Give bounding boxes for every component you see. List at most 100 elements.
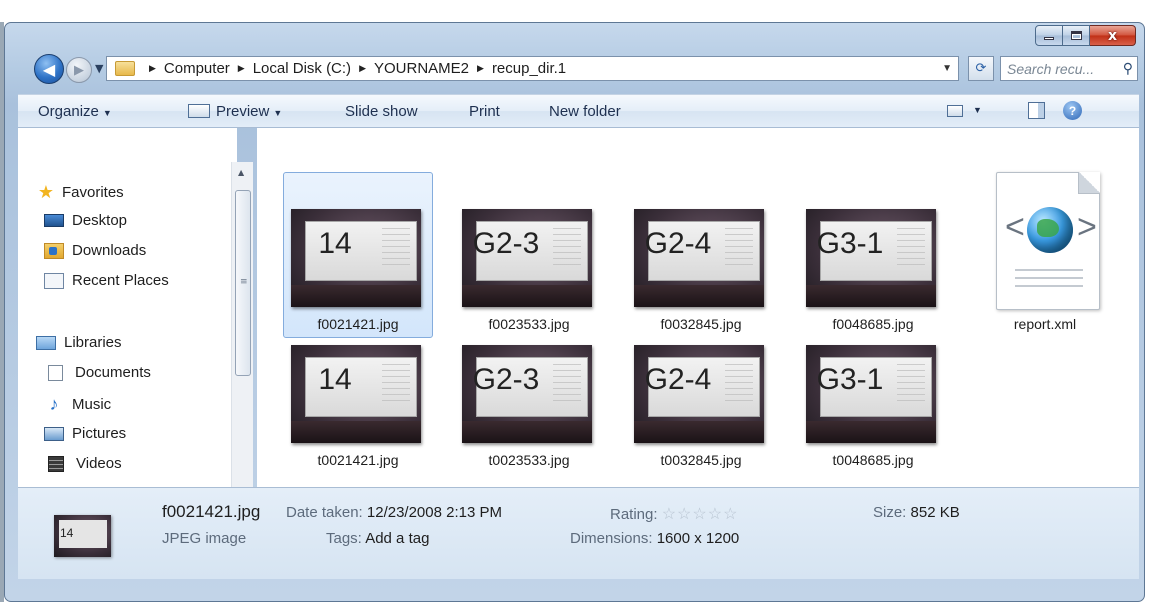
recent-places-icon — [44, 272, 64, 289]
navigation-scrollbar[interactable]: ▲ ≡ ▼ — [231, 162, 253, 503]
date-taken-value: 12/23/2008 2:13 PM — [366, 504, 502, 521]
details-thumbnail: 14 — [54, 515, 111, 557]
print-button[interactable]: Print — [469, 103, 500, 120]
file-name: t0032845.jpg — [660, 452, 742, 468]
address-dropdown-icon[interactable]: ▼ — [942, 63, 952, 74]
breadcrumb-local-disk[interactable]: Local Disk (C:) — [253, 60, 351, 77]
back-arrow-icon: ◀ — [42, 59, 56, 79]
thumbnail-text: 14 — [318, 363, 352, 396]
image-thumbnail: G2-4 — [634, 209, 764, 307]
sidebar-item-documents[interactable]: Documents — [48, 364, 151, 381]
details-filetype: JPEG image — [162, 530, 247, 547]
dimensions-label: Dimensions: — [570, 530, 653, 547]
folder-icon — [115, 61, 135, 76]
tags-value[interactable]: Add a tag — [365, 530, 429, 547]
thumbnail-text: G2-4 — [644, 363, 712, 396]
breadcrumb-computer[interactable]: Computer — [164, 60, 230, 77]
sidebar-item-pictures[interactable]: Pictures — [44, 425, 126, 442]
videos-icon — [48, 455, 64, 472]
sidebar-item-recent-places[interactable]: Recent Places — [44, 272, 169, 289]
new-folder-button[interactable]: New folder — [549, 103, 621, 120]
sidebar-item-desktop[interactable]: Desktop — [44, 212, 127, 229]
image-thumbnail: G3-1 — [806, 209, 936, 307]
sidebar-item-label: Music — [72, 396, 112, 413]
sidebar-item-videos[interactable]: Videos — [48, 455, 122, 472]
globe-icon — [1027, 207, 1073, 253]
address-bar[interactable]: ▶ Computer ▶ Local Disk (C:) ▶ YOURNAME2… — [106, 56, 959, 81]
image-thumbnail: 14 — [291, 209, 421, 307]
libraries-icon — [36, 335, 56, 350]
sidebar-item-label: Documents — [75, 364, 151, 381]
forward-button[interactable]: ▶ — [66, 57, 92, 83]
maximize-button[interactable] — [1063, 25, 1090, 46]
thumbnail-text: G3-1 — [816, 363, 884, 396]
sidebar-libraries-label: Libraries — [64, 334, 122, 351]
rating-stars[interactable]: ☆☆☆☆☆ — [662, 506, 739, 523]
slideshow-button[interactable]: Slide show — [345, 103, 418, 120]
breadcrumb-separator-icon[interactable]: ▶ — [238, 63, 245, 74]
file-item[interactable]: G2-4 t0032845.jpg — [626, 308, 776, 474]
sidebar-item-label: Recent Places — [72, 272, 169, 289]
preview-pane-icon[interactable] — [1028, 102, 1045, 119]
thumbnail-text: G3-1 — [816, 227, 884, 260]
file-item[interactable]: G3-1 t0048685.jpg — [798, 308, 948, 474]
file-item[interactable]: 14 t0021421.jpg — [283, 308, 433, 474]
date-taken-label: Date taken: — [286, 504, 363, 521]
star-icon: ★ — [37, 182, 55, 202]
file-list: 14 f0021421.jpg G2-3 f0023533.jpg G2-4 f… — [257, 128, 1139, 487]
scrollbar-thumb[interactable]: ≡ — [235, 190, 251, 376]
preview-label: Preview — [216, 103, 270, 120]
file-name: t0021421.jpg — [317, 452, 399, 468]
details-thumbnail-text: 14 — [60, 526, 74, 540]
scroll-up-icon[interactable]: ▲ — [238, 168, 244, 177]
minimize-icon — [1044, 37, 1054, 40]
details-size: Size: 852 KB — [873, 504, 960, 521]
chevron-down-icon: ▼ — [95, 62, 104, 75]
help-icon[interactable]: ? — [1063, 101, 1082, 120]
minimize-button[interactable] — [1035, 25, 1063, 46]
sidebar-item-label: Desktop — [72, 212, 128, 229]
forward-arrow-icon: ▶ — [74, 62, 84, 78]
file-item[interactable]: < > report.xml — [970, 172, 1120, 338]
recent-pages-dropdown[interactable]: ▼ — [95, 62, 103, 75]
thumbnail-text: G2-3 — [472, 363, 540, 396]
file-name: t0023533.jpg — [488, 452, 570, 468]
documents-icon — [48, 364, 63, 381]
sidebar-item-downloads[interactable]: Downloads — [44, 242, 146, 259]
sidebar-item-music[interactable]: ♪ Music — [44, 394, 112, 415]
pictures-icon — [44, 426, 64, 441]
breadcrumb-separator-icon[interactable]: ▶ — [477, 63, 484, 74]
file-name: t0048685.jpg — [832, 452, 914, 468]
sidebar-favorites[interactable]: ★ Favorites — [36, 182, 124, 203]
image-thumbnail: G3-1 — [806, 345, 936, 443]
sidebar-favorites-label: Favorites — [62, 184, 124, 201]
breadcrumb-yourname2[interactable]: YOURNAME2 — [374, 60, 469, 77]
file-item[interactable]: G2-3 t0023533.jpg — [454, 308, 604, 474]
size-label: Size: — [873, 504, 907, 521]
close-icon: x — [1107, 27, 1118, 44]
downloads-icon — [44, 242, 64, 259]
search-icon[interactable]: ⚲ — [1123, 60, 1133, 77]
search-input[interactable]: Search recu... ⚲ — [1000, 56, 1138, 81]
change-view-icon[interactable] — [947, 105, 963, 117]
thumbnail-text: G2-3 — [472, 227, 540, 260]
navigation-pane: ★ Favorites Desktop Downloads Recent Plac… — [18, 128, 237, 487]
breadcrumb-separator-icon[interactable]: ▶ — [359, 63, 366, 74]
thumbnail-text: 14 — [318, 227, 352, 260]
close-button[interactable]: x — [1090, 25, 1136, 46]
xml-document-icon: < > — [996, 172, 1100, 310]
details-dimensions: Dimensions: 1600 x 1200 — [570, 530, 739, 547]
search-placeholder: Search recu... — [1007, 60, 1095, 77]
organize-button[interactable]: Organize ▼ — [38, 103, 112, 120]
rating-label: Rating: — [610, 506, 658, 523]
view-options-dropdown[interactable]: ▼ — [973, 105, 982, 115]
preview-button[interactable]: Preview ▼ — [188, 103, 282, 120]
sidebar-libraries[interactable]: Libraries — [36, 334, 122, 351]
image-thumbnail: G2-4 — [634, 345, 764, 443]
back-button[interactable]: ◀ — [34, 54, 64, 84]
breadcrumb-separator-icon[interactable]: ▶ — [149, 63, 156, 74]
image-thumbnail: 14 — [291, 345, 421, 443]
breadcrumb-recup-dir[interactable]: recup_dir.1 — [492, 60, 566, 77]
dimensions-value: 1600 x 1200 — [656, 530, 740, 547]
refresh-button[interactable]: ⟳ — [968, 56, 994, 81]
